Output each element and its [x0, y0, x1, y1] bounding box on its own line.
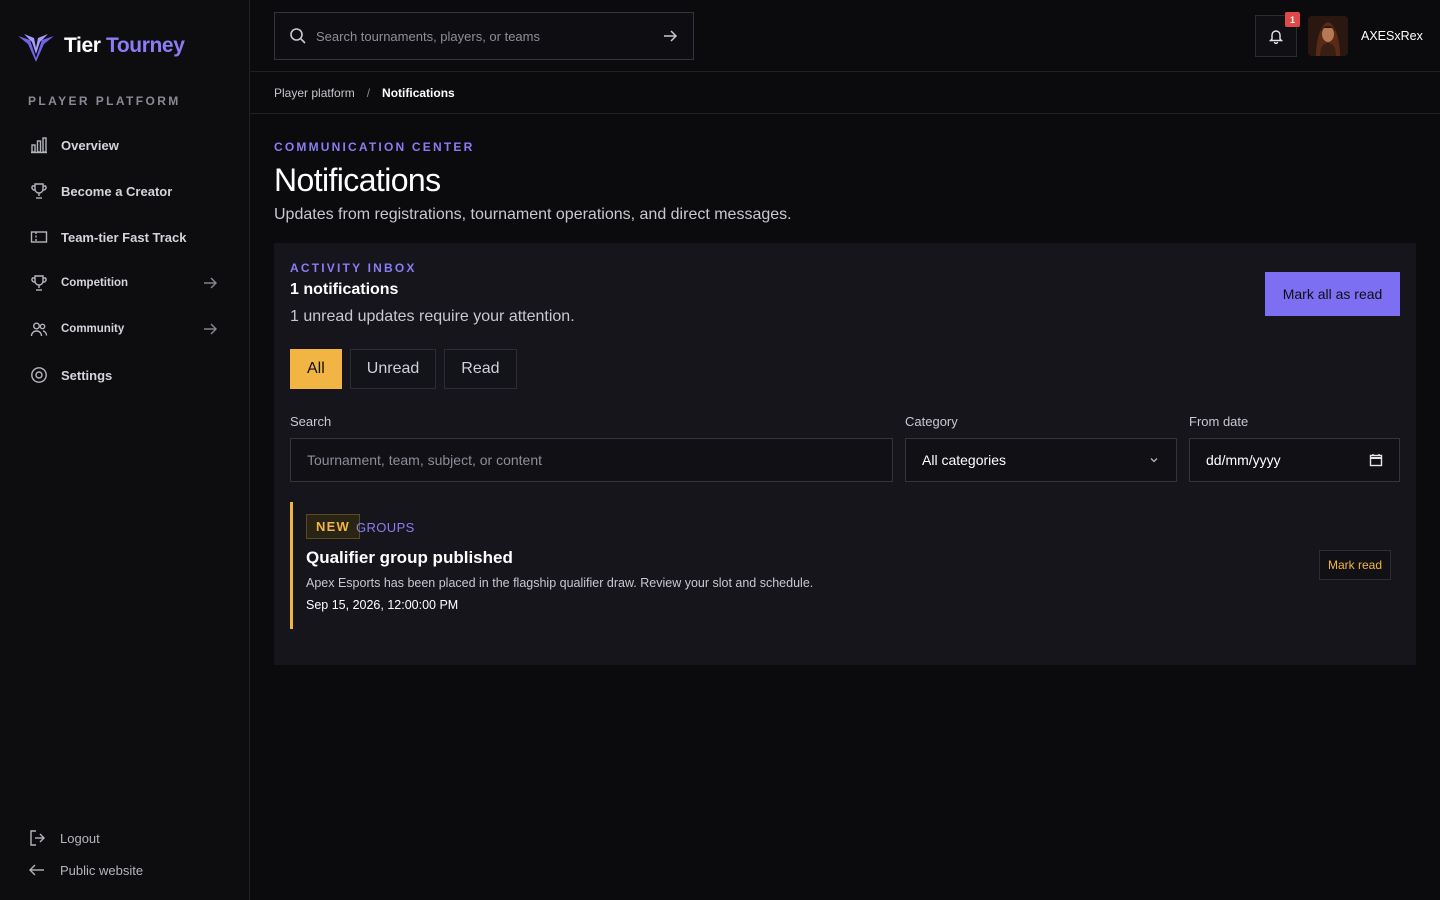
trophy-icon [30, 274, 48, 292]
arrow-right-icon [204, 323, 217, 335]
logout-icon [28, 829, 46, 847]
search-icon [290, 28, 306, 44]
notification-count-badge: 1 [1285, 12, 1300, 27]
arrow-left-icon [28, 861, 46, 879]
logo-text-part1: Tier [64, 34, 101, 57]
search-filter-label: Search [290, 414, 332, 429]
inbox-count: 1 notifications [290, 281, 399, 298]
global-search-input[interactable] [316, 28, 661, 44]
sidebar-item-fast-track[interactable]: Team-tier Fast Track [20, 214, 230, 260]
inbox-tabs: All Unread Read [290, 349, 517, 389]
sidebar: Tier Tourney PLAYER PLATFORM Overview Be… [0, 0, 250, 900]
public-website-label: Public website [60, 862, 144, 878]
tab-all[interactable]: All [290, 349, 342, 389]
sidebar-item-community[interactable]: Community [20, 306, 230, 352]
username[interactable]: AXESxRex [1361, 29, 1423, 43]
search-filter-field [290, 438, 893, 482]
notification-category: GROUPS [356, 520, 415, 535]
date-filter-field[interactable]: dd/mm/yyyy [1189, 438, 1400, 482]
gear-icon [30, 366, 48, 384]
users-icon [30, 320, 48, 338]
sidebar-item-label: Become a Creator [61, 183, 173, 199]
category-filter-label: Category [905, 414, 958, 429]
sidebar-item-label: Competition [61, 277, 129, 289]
bar-chart-icon [30, 136, 48, 154]
public-website-link[interactable]: Public website [28, 854, 143, 886]
breadcrumb-separator: / [366, 85, 371, 100]
logo-text-part2: Tourney [105, 34, 185, 57]
inbox-eyebrow: ACTIVITY INBOX [290, 261, 417, 275]
bell-icon [1268, 30, 1284, 44]
activity-inbox-panel: ACTIVITY INBOX 1 notifications 1 unread … [274, 243, 1416, 665]
sidebar-item-become-creator[interactable]: Become a Creator [20, 168, 230, 214]
logo[interactable]: Tier Tourney [16, 30, 185, 62]
arrow-right-icon [204, 277, 217, 289]
global-search [274, 12, 694, 60]
trophy-icon [30, 182, 48, 200]
sidebar-item-label: Settings [61, 367, 113, 383]
notification-item[interactable]: NEW GROUPS Qualifier group published Ape… [290, 502, 1400, 629]
sidebar-item-label: Community [61, 323, 125, 335]
notification-body: Apex Esports has been placed in the flag… [306, 576, 814, 590]
tab-read[interactable]: Read [444, 349, 517, 389]
arrow-right-icon[interactable] [661, 27, 679, 45]
notification-date: Sep 15, 2026, 12:00:00 PM [306, 598, 459, 612]
topbar: 1 AXESxRex [250, 0, 1440, 72]
page-title: Notifications [274, 162, 441, 198]
sidebar-nav: Overview Become a Creator Team-tier Fast… [20, 122, 230, 398]
mark-all-read-button[interactable]: Mark all as read [1265, 272, 1400, 316]
logout-link[interactable]: Logout [28, 822, 143, 854]
notification-title: Qualifier group published [306, 548, 513, 567]
sidebar-item-overview[interactable]: Overview [20, 122, 230, 168]
sidebar-item-label: Team-tier Fast Track [61, 229, 187, 245]
sidebar-bottom: Logout Public website [28, 822, 143, 886]
chevron-down-icon [1150, 458, 1158, 463]
logo-text: Tier Tourney [64, 34, 185, 58]
date-filter-value: dd/mm/yyyy [1206, 452, 1281, 468]
sidebar-item-competition[interactable]: Competition [20, 260, 230, 306]
search-filter-input[interactable] [307, 452, 876, 468]
sidebar-item-settings[interactable]: Settings [20, 352, 230, 398]
breadcrumb-current: Notifications [382, 85, 455, 100]
sidebar-section-label: PLAYER PLATFORM [28, 94, 181, 108]
date-filter-label: From date [1189, 414, 1249, 429]
breadcrumb-parent[interactable]: Player platform [274, 86, 355, 100]
logout-label: Logout [60, 830, 100, 846]
sidebar-item-label: Overview [61, 137, 119, 153]
page-eyebrow: COMMUNICATION CENTER [274, 140, 475, 154]
ticket-icon [30, 228, 48, 246]
avatar[interactable] [1308, 16, 1348, 56]
tab-unread[interactable]: Unread [349, 349, 437, 389]
calendar-icon[interactable] [1369, 453, 1383, 467]
inbox-unread-text: 1 unread updates require your attention. [290, 308, 575, 325]
category-select[interactable]: All categories [905, 438, 1177, 482]
new-badge: NEW [306, 514, 360, 539]
mark-read-button[interactable]: Mark read [1319, 550, 1391, 580]
category-select-value: All categories [922, 452, 1007, 468]
logo-icon [18, 34, 54, 62]
breadcrumb: Player platform / Notifications [250, 72, 1440, 114]
page-subtitle: Updates from registrations, tournament o… [274, 206, 792, 223]
